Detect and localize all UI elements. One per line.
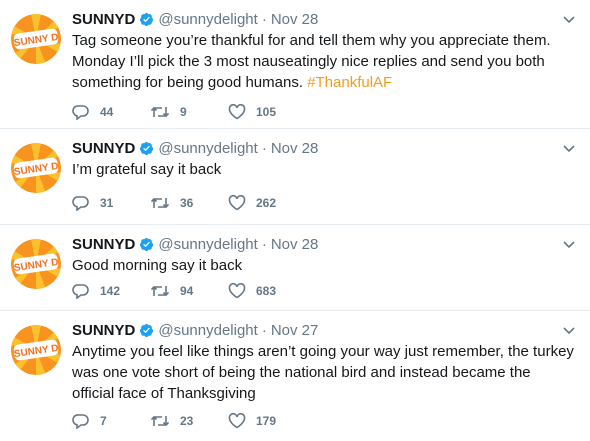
tweet-body: Good morning say it back xyxy=(72,257,243,274)
retweet-count: 9 xyxy=(180,105,187,119)
retweet-button[interactable]: 94 xyxy=(150,283,228,299)
retweet-button[interactable]: 36 xyxy=(150,195,228,211)
tweet-body: Anytime you feel like things aren’t goin… xyxy=(72,343,574,402)
tweet-actions: 31 36 262 xyxy=(72,193,306,213)
separator-dot: · xyxy=(261,10,267,28)
chevron-down-icon[interactable] xyxy=(562,141,576,155)
verified-badge-icon xyxy=(140,323,154,337)
avatar[interactable]: SUNNY D xyxy=(11,239,61,289)
retweet-button[interactable]: 9 xyxy=(150,104,228,120)
tweet-timestamp[interactable]: Nov 28 xyxy=(271,11,319,28)
tweet-text: I’m grateful say it back xyxy=(72,159,576,180)
separator-dot: · xyxy=(261,235,267,253)
reply-count: 7 xyxy=(100,414,107,428)
tweet-text: Tag someone you’re thankful for and tell… xyxy=(72,30,576,93)
tweet-actions: 7 23 179 xyxy=(72,411,306,431)
sunnyd-logo: SUNNY D xyxy=(11,143,61,193)
reply-icon xyxy=(72,284,89,299)
heart-icon xyxy=(228,195,246,211)
retweet-count: 36 xyxy=(180,196,194,210)
reply-icon xyxy=(72,414,89,429)
user-handle[interactable]: @sunnydelight xyxy=(158,140,257,157)
reply-count: 44 xyxy=(100,105,114,119)
sunnyd-logo: SUNNY D xyxy=(11,14,61,64)
tweet-actions: 44 9 105 xyxy=(72,102,306,122)
user-handle[interactable]: @sunnydelight xyxy=(158,11,257,28)
tweet-timestamp[interactable]: Nov 28 xyxy=(271,236,319,253)
retweet-icon xyxy=(150,415,170,427)
heart-icon xyxy=(228,283,246,299)
like-count: 683 xyxy=(256,284,277,298)
tweet-header: SUNNYD @sunnydelight · Nov 27 xyxy=(72,319,576,341)
retweet-icon xyxy=(150,197,170,209)
heart-icon xyxy=(228,104,246,120)
like-button[interactable]: 262 xyxy=(228,195,306,211)
tweet-actions: 142 94 683 xyxy=(72,281,306,301)
display-name[interactable]: SUNNYD xyxy=(72,140,135,157)
tweet-text: Good morning say it back xyxy=(72,255,576,276)
user-handle[interactable]: @sunnydelight xyxy=(158,236,257,253)
tweet[interactable]: SUNNY D SUNNYD @sunnydelight · Nov 28 I’… xyxy=(0,129,590,225)
like-button[interactable]: 105 xyxy=(228,104,306,120)
display-name[interactable]: SUNNYD xyxy=(72,236,135,253)
verified-badge-icon xyxy=(140,12,154,26)
retweet-icon xyxy=(150,106,170,118)
user-handle[interactable]: @sunnydelight xyxy=(158,322,257,339)
chevron-down-icon[interactable] xyxy=(562,12,576,26)
verified-badge-icon xyxy=(140,237,154,251)
tweet-content: SUNNYD @sunnydelight · Nov 27 Anytime yo… xyxy=(72,319,576,404)
tweet[interactable]: SUNNY D SUNNYD @sunnydelight · Nov 27 An… xyxy=(0,311,590,441)
tweet-header: SUNNYD @sunnydelight · Nov 28 xyxy=(72,137,576,159)
tweet-content: SUNNYD @sunnydelight · Nov 28 Tag someon… xyxy=(72,8,576,93)
reply-icon xyxy=(72,196,89,211)
avatar[interactable]: SUNNY D xyxy=(11,14,61,64)
avatar[interactable]: SUNNY D xyxy=(11,143,61,193)
retweet-count: 94 xyxy=(180,284,194,298)
like-button[interactable]: 683 xyxy=(228,283,306,299)
tweet-feed: SUNNY D SUNNYD @sunnydelight · Nov 28 Ta… xyxy=(0,0,590,441)
like-count: 105 xyxy=(256,105,277,119)
reply-count: 142 xyxy=(100,284,121,298)
verified-badge-icon xyxy=(140,141,154,155)
chevron-down-icon[interactable] xyxy=(562,237,576,251)
tweet-header: SUNNYD @sunnydelight · Nov 28 xyxy=(72,233,576,255)
display-name[interactable]: SUNNYD xyxy=(72,322,135,339)
sunnyd-logo: SUNNY D xyxy=(11,325,61,375)
reply-icon xyxy=(72,105,89,120)
tweet-text: Anytime you feel like things aren’t goin… xyxy=(72,341,576,404)
avatar[interactable]: SUNNY D xyxy=(11,325,61,375)
reply-count: 31 xyxy=(100,196,114,210)
reply-button[interactable]: 44 xyxy=(72,104,150,120)
reply-button[interactable]: 142 xyxy=(72,283,150,299)
tweet-content: SUNNYD @sunnydelight · Nov 28 I’m gratef… xyxy=(72,137,576,180)
display-name[interactable]: SUNNYD xyxy=(72,11,135,28)
separator-dot: · xyxy=(261,321,267,339)
tweet[interactable]: SUNNY D SUNNYD @sunnydelight · Nov 28 Go… xyxy=(0,225,590,311)
retweet-icon xyxy=(150,285,170,297)
like-count: 262 xyxy=(256,196,277,210)
retweet-button[interactable]: 23 xyxy=(150,413,228,429)
tweet[interactable]: SUNNY D SUNNYD @sunnydelight · Nov 28 Ta… xyxy=(0,0,590,129)
tweet-body: I’m grateful say it back xyxy=(72,161,222,178)
retweet-count: 23 xyxy=(180,414,194,428)
sunnyd-logo: SUNNY D xyxy=(11,239,61,289)
tweet-timestamp[interactable]: Nov 28 xyxy=(271,140,319,157)
like-button[interactable]: 179 xyxy=(228,413,306,429)
tweet-content: SUNNYD @sunnydelight · Nov 28 Good morni… xyxy=(72,233,576,276)
heart-icon xyxy=(228,413,246,429)
chevron-down-icon[interactable] xyxy=(562,323,576,337)
reply-button[interactable]: 31 xyxy=(72,195,150,211)
hashtag-link[interactable]: #ThankfulAF xyxy=(307,74,392,91)
tweet-header: SUNNYD @sunnydelight · Nov 28 xyxy=(72,8,576,30)
separator-dot: · xyxy=(261,139,267,157)
like-count: 179 xyxy=(256,414,277,428)
reply-button[interactable]: 7 xyxy=(72,413,150,429)
tweet-timestamp[interactable]: Nov 27 xyxy=(271,322,319,339)
